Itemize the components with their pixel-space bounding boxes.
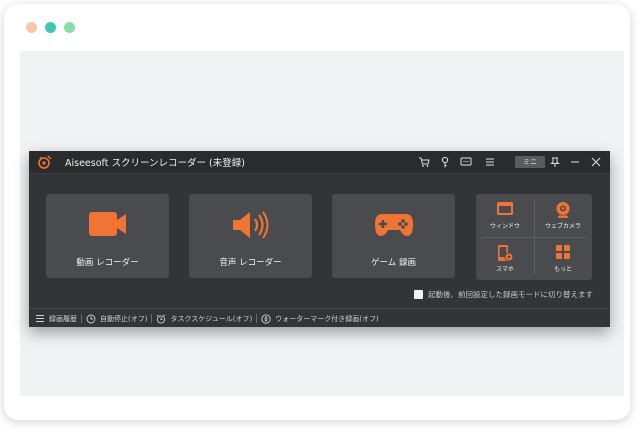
window-mode-label: ウィンドウ <box>489 223 520 230</box>
video-camera-icon <box>88 212 126 236</box>
toolbar-separator <box>81 314 82 323</box>
window-icon <box>497 202 513 215</box>
more-grid-icon <box>556 245 570 259</box>
speaker-icon <box>232 211 268 239</box>
video-recorder-card[interactable]: 動画 レコーダー <box>46 194 169 278</box>
minimize-icon[interactable] <box>568 155 582 169</box>
phone-mode-label: スマホ <box>496 266 514 273</box>
pin-icon[interactable] <box>548 155 562 169</box>
watermark-recording-label: ウォーターマーク付き録画(オフ) <box>275 314 379 323</box>
video-recorder-label: 動画 レコーダー <box>76 258 139 268</box>
clock-icon <box>86 314 96 323</box>
water-drop-icon <box>261 313 271 324</box>
toolbar-separator <box>256 314 258 323</box>
audio-recorder-card[interactable]: 音声 レコーダー <box>189 194 312 278</box>
phone-mode-button[interactable]: スマホ <box>476 237 534 280</box>
window-dot-2[interactable] <box>45 22 56 33</box>
task-schedule-button[interactable]: タスクスケジュール(オフ) <box>156 314 252 324</box>
window-controls <box>26 22 75 33</box>
more-mode-label: もっと <box>553 266 572 273</box>
window-dot-3[interactable] <box>64 22 75 33</box>
auto-switch-option[interactable]: 起動後、前回設定した録画モードに切り替えます <box>414 289 593 300</box>
webcam-icon <box>556 202 570 218</box>
webcam-mode-label: ウェブカメラ <box>544 223 581 230</box>
cart-icon[interactable] <box>417 155 431 169</box>
game-recorder-card[interactable]: ゲーム 録画 <box>332 194 455 278</box>
webcam-mode-button[interactable]: ウェブカメラ <box>534 194 592 237</box>
task-schedule-label: タスクスケジュール(オフ) <box>170 314 253 323</box>
feedback-icon[interactable] <box>459 155 473 169</box>
app-logo-icon <box>38 155 52 169</box>
key-icon[interactable] <box>438 155 452 169</box>
bottom-toolbar: 録画履歴 自動停止(オフ) タスクスケジュール(オフ) ウォーターマーク付き録画… <box>29 308 610 328</box>
auto-switch-label: 起動後、前回設定した録画モードに切り替えます <box>428 290 593 299</box>
recording-history-label: 録画履歴 <box>49 314 77 323</box>
menu-icon[interactable] <box>483 155 497 169</box>
window-mode-button[interactable]: ウィンドウ <box>476 194 534 237</box>
toolbar-separator <box>151 314 153 323</box>
gamepad-icon <box>374 214 413 236</box>
mini-mode-button[interactable]: ミニ <box>515 156 545 168</box>
list-icon <box>36 315 44 322</box>
recording-history-button[interactable]: 録画履歴 <box>35 314 77 324</box>
game-recorder-label: ゲーム 録画 <box>371 258 416 268</box>
auto-stop-label: 自動停止(オフ) <box>100 314 148 323</box>
title-bar: Aiseesoft スクリーンレコーダー (未登録) ミニ <box>29 151 610 174</box>
phone-icon <box>498 245 514 262</box>
recorder-app-window: Aiseesoft スクリーンレコーダー (未登録) ミニ 動画 レコーダー 音… <box>29 151 610 327</box>
app-title: Aiseesoft スクリーンレコーダー (未登録) <box>65 158 245 169</box>
auto-stop-button[interactable]: 自動停止(オフ) <box>86 314 147 324</box>
auto-switch-checkbox[interactable] <box>414 290 423 299</box>
mode-grid: ウィンドウ ウェブカメラ スマホ もっと <box>476 194 592 280</box>
audio-recorder-label: 音声 レコーダー <box>219 258 282 268</box>
more-mode-button[interactable]: もっと <box>534 237 592 280</box>
watermark-recording-button[interactable]: ウォーターマーク付き録画(オフ) <box>261 313 379 324</box>
window-dot-1[interactable] <box>26 22 37 33</box>
close-icon[interactable] <box>589 155 603 169</box>
alarm-clock-icon <box>157 314 166 324</box>
